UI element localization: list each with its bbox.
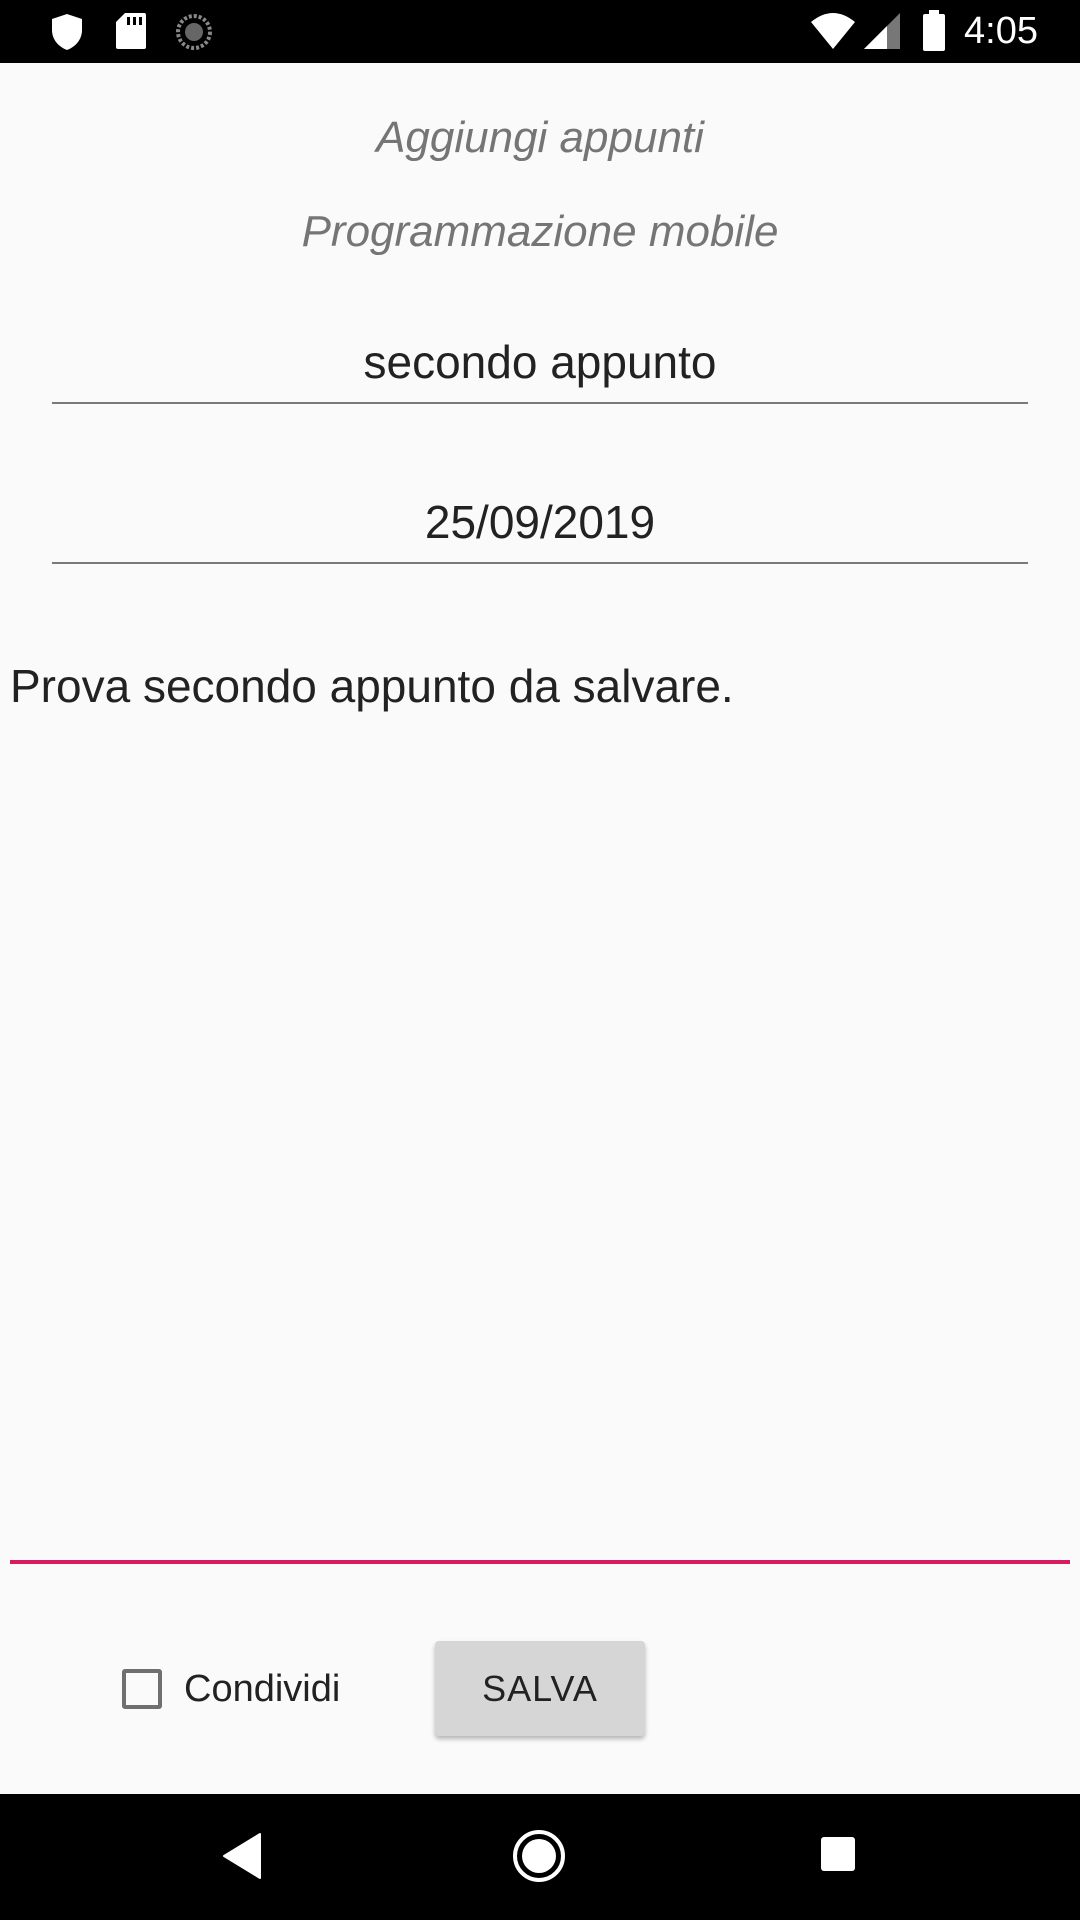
shield-icon <box>52 14 82 50</box>
note-date-input[interactable] <box>52 482 1028 564</box>
battery-icon <box>923 10 945 51</box>
save-button[interactable]: SALVA <box>435 1641 645 1736</box>
note-body-field[interactable]: Prova secondo appunto da salvare. <box>10 650 1070 1564</box>
page-title: Aggiungi appunti <box>376 113 704 162</box>
screen: 4:05 Aggiungi appunti Programmazione mob… <box>0 0 1080 1920</box>
home-icon[interactable] <box>512 1829 566 1883</box>
course-name: Programmazione mobile <box>301 207 779 256</box>
wifi-icon <box>811 13 855 49</box>
share-label: Condividi <box>184 1667 341 1710</box>
signal-icon <box>864 13 900 49</box>
sync-icon <box>176 14 212 50</box>
navigation-bar <box>0 1794 1080 1920</box>
recents-icon[interactable] <box>820 1836 856 1872</box>
clock: 4:05 <box>964 10 1038 52</box>
note-name-input[interactable] <box>52 322 1028 404</box>
checkbox-unchecked-icon[interactable] <box>122 1669 162 1709</box>
sd-card-icon <box>116 13 146 49</box>
status-bar: 4:05 <box>0 0 1080 63</box>
note-body-text: Prova secondo appunto da salvare. <box>10 660 734 712</box>
back-icon[interactable] <box>222 1832 262 1880</box>
share-checkbox[interactable]: Condividi <box>122 1664 340 1714</box>
